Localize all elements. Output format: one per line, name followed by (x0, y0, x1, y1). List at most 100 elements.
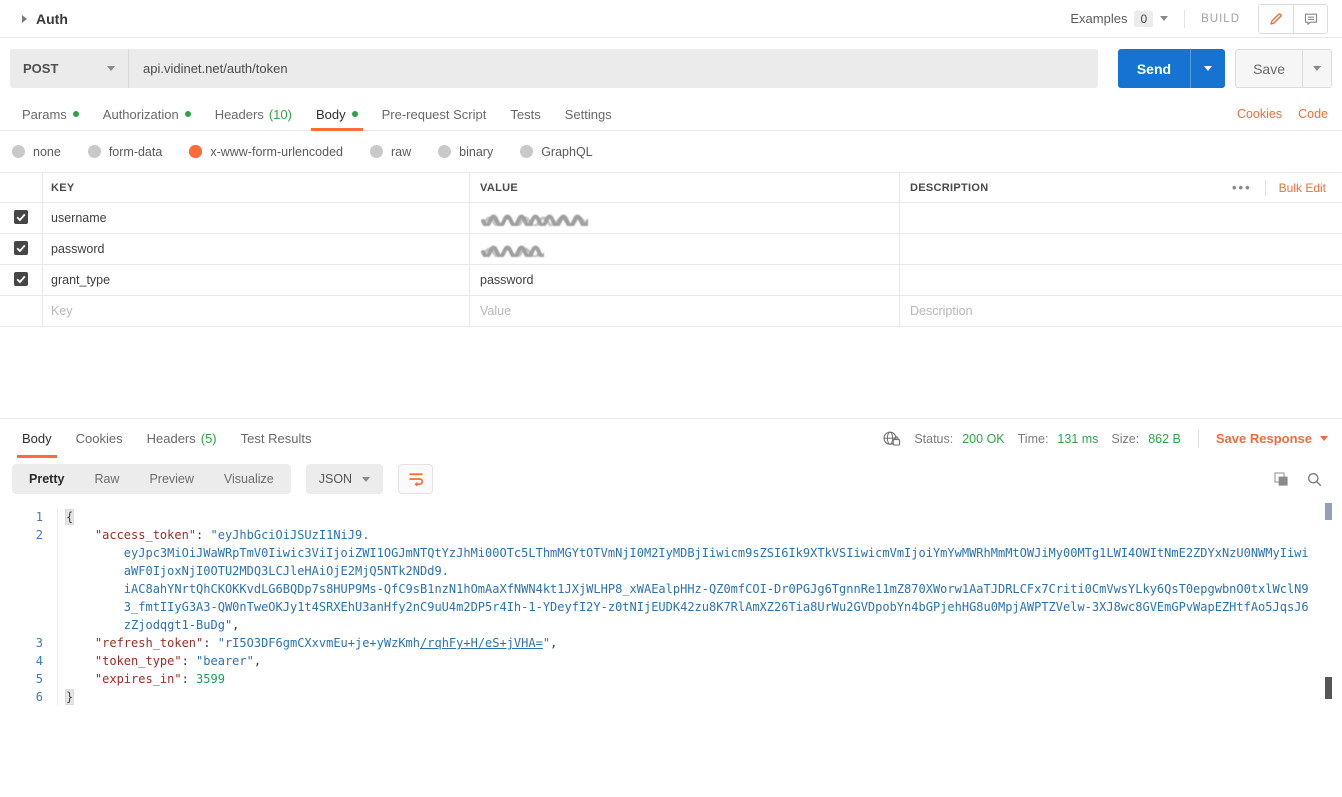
chevron-down-icon (362, 477, 370, 482)
collection-chevron-icon[interactable] (22, 15, 27, 23)
code-text[interactable]: eyJpc3MiOiJWaWRpTmV0Iiwic3ViIjoiZWI1OGJm… (58, 544, 1309, 562)
edit-pencil-icon[interactable] (1259, 5, 1293, 33)
tab-body[interactable]: Body (304, 98, 370, 130)
scrollbar-thumb[interactable] (1325, 503, 1332, 520)
view-tab-preview[interactable]: Preview (134, 464, 208, 494)
param-description-cell[interactable] (900, 265, 1342, 295)
code-line: 4"token_type": "bearer", (0, 652, 1342, 670)
format-value: JSON (319, 472, 352, 486)
method-select[interactable]: POST (10, 49, 129, 88)
code-text[interactable]: } (58, 688, 73, 706)
params-header-actions: ••• Bulk Edit (1232, 180, 1332, 196)
send-button-group: Send (1118, 49, 1225, 88)
time-value: 131 ms (1057, 432, 1098, 446)
wrap-lines-button[interactable] (398, 464, 433, 494)
param-value-cell[interactable] (470, 203, 900, 233)
code-line: iAC8ahYNrtQhCKOKKvdLG6BQDp7s8HUP9Ms-QfC9… (0, 580, 1342, 598)
code-text[interactable]: "expires_in": 3599 (58, 670, 225, 688)
body-mode-x-www-form-urlencoded[interactable]: x-www-form-urlencoded (189, 145, 343, 159)
body-mode-raw[interactable]: raw (370, 145, 411, 159)
checkbox-checked-icon[interactable] (14, 241, 28, 258)
view-tab-visualize[interactable]: Visualize (209, 464, 289, 494)
scrollbar-mark[interactable] (1325, 677, 1332, 699)
param-value-input[interactable]: Value (470, 296, 900, 326)
param-key-cell[interactable]: grant_type (42, 265, 470, 295)
cookies-link[interactable]: Cookies (1237, 107, 1282, 121)
tab-authorization[interactable]: Authorization (91, 98, 203, 130)
comment-icon[interactable] (1293, 5, 1327, 33)
line-number (0, 580, 58, 598)
code-text[interactable]: "refresh_token": "rI5O3DF6gmCXxvmEu+je+y… (58, 634, 557, 652)
examples-dropdown[interactable]: Examples 0 (1070, 11, 1168, 27)
checkbox-checked-icon[interactable] (14, 210, 28, 227)
tab-label: Body (316, 107, 346, 122)
tab-headers[interactable]: Headers(5) (135, 419, 229, 458)
radio-icon (370, 145, 383, 158)
send-options-button[interactable] (1190, 49, 1225, 88)
body-mode-graphql[interactable]: GraphQL (520, 145, 592, 159)
tab-tests[interactable]: Tests (498, 98, 552, 130)
body-mode-form-data[interactable]: form-data (88, 145, 163, 159)
tab-cookies[interactable]: Cookies (64, 419, 135, 458)
tab-params[interactable]: Params (10, 98, 91, 130)
tab-headers[interactable]: Headers(10) (203, 98, 304, 130)
save-button[interactable]: Save (1235, 49, 1303, 88)
collection-title: Auth (36, 11, 68, 27)
url-input[interactable] (129, 49, 1098, 88)
code-link[interactable]: Code (1298, 107, 1328, 121)
code-text[interactable]: "token_type": "bearer", (58, 652, 261, 670)
param-description-cell[interactable] (900, 203, 1342, 233)
send-button[interactable]: Send (1118, 49, 1190, 88)
param-description-cell[interactable] (900, 234, 1342, 264)
format-select[interactable]: JSON (306, 464, 383, 494)
checkbox-checked-icon[interactable] (14, 272, 28, 289)
copy-icon[interactable] (1274, 472, 1289, 487)
tab-test-results[interactable]: Test Results (229, 419, 324, 458)
green-dot-icon (73, 111, 79, 117)
code-text[interactable]: iAC8ahYNrtQhCKOKKvdLG6BQDp7s8HUP9Ms-QfC9… (58, 580, 1309, 598)
save-response-button[interactable]: Save Response (1216, 431, 1332, 446)
json-code: 1{2"access_token": "eyJhbGciOiJSUzI1NiJ9… (0, 508, 1342, 706)
tab-settings[interactable]: Settings (553, 98, 624, 130)
more-options-icon[interactable]: ••• (1232, 180, 1252, 195)
token-num: 3599 (196, 672, 225, 686)
param-description-input[interactable]: Description (900, 296, 1342, 326)
body-mode-label: x-www-form-urlencoded (210, 145, 343, 159)
param-key-cell[interactable]: password (42, 234, 470, 264)
token-str: eyJpc3MiOiJWaWRpTmV0Iiwic3ViIjoiZWI1OGJm… (124, 546, 1309, 560)
chevron-down-icon (107, 66, 115, 71)
token-key: "access_token" (95, 528, 196, 542)
code-text[interactable]: 3_fmtIIyG3A3-QW0nTweOKJy1t4SRXEhU3anHfy2… (58, 598, 1309, 616)
param-key-cell[interactable]: username (42, 203, 470, 233)
divider (1184, 10, 1185, 28)
bulk-edit-link[interactable]: Bulk Edit (1279, 181, 1332, 195)
code-line: 2"access_token": "eyJhbGciOiJSUzI1NiJ9. (0, 526, 1342, 544)
response-tools (1274, 472, 1330, 487)
response-tabs-bar: Body CookiesHeaders(5)Test Results Status… (0, 418, 1342, 458)
view-tab-raw[interactable]: Raw (79, 464, 134, 494)
tab-pre-request-script[interactable]: Pre-request Script (370, 98, 499, 130)
body-mode-binary[interactable]: binary (438, 145, 493, 159)
view-tab-pretty[interactable]: Pretty (14, 464, 79, 494)
code-text[interactable]: zZjodqgt1-BuDg", (58, 616, 239, 634)
code-text[interactable]: { (58, 508, 73, 526)
code-line: 1{ (0, 508, 1342, 526)
send-label: Send (1137, 61, 1171, 77)
response-meta: Status: 200 OK Time: 131 ms Size: 862 B … (882, 430, 1332, 448)
param-value-cell[interactable]: password (470, 265, 900, 295)
save-options-button[interactable] (1303, 49, 1332, 88)
tab-label: Pre-request Script (382, 107, 487, 122)
tab-body[interactable]: Body (10, 419, 64, 458)
green-dot-icon (352, 111, 358, 117)
body-mode-label: GraphQL (541, 145, 592, 159)
redacted-scribble (480, 213, 588, 226)
body-mode-none[interactable]: none (12, 145, 61, 159)
code-text[interactable]: "access_token": "eyJhbGciOiJSUzI1NiJ9. (58, 526, 369, 544)
token-str: iAC8ahYNrtQhCKOKKvdLG6BQDp7s8HUP9Ms-QfC9… (124, 582, 1309, 596)
response-body-viewer: 1{2"access_token": "eyJhbGciOiJSUzI1NiJ9… (0, 500, 1342, 796)
param-value-cell[interactable] (470, 234, 900, 264)
tab-label: Body (22, 431, 52, 446)
param-key-input[interactable]: Key (42, 296, 470, 326)
search-icon[interactable] (1307, 472, 1322, 487)
code-text[interactable]: aWF0IjoxNjI0OTU2MDQ3LCJleHAiOjE2MjQ5NTk2… (58, 562, 449, 580)
